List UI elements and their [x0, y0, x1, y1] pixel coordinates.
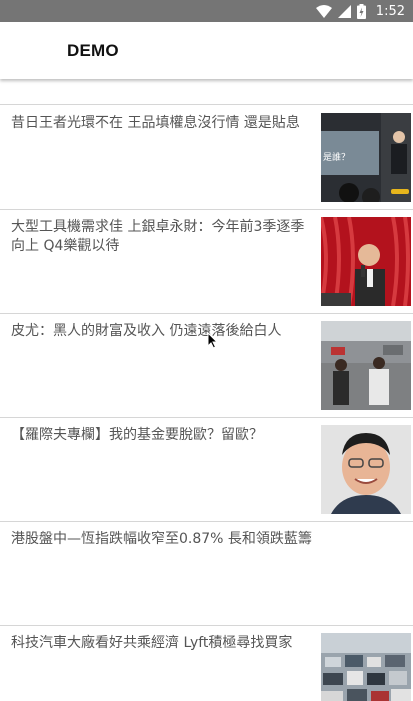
- thumbnail-image: [321, 321, 411, 410]
- list-item[interactable]: 【羅際夫專欄】我的基金要脫歐？留歐？: [0, 418, 413, 522]
- list-item[interactable]: 港股盤中—恆指跌幅收窄至0.87% 長和領跌藍籌: [0, 522, 413, 626]
- article-title: 科技汽車大廠看好共乘經濟 Lyft積極尋找買家: [11, 635, 293, 651]
- thumbnail-caption: 是誰？: [323, 151, 350, 163]
- article-thumbnail: 是誰？: [321, 113, 411, 202]
- article-title: 【羅際夫專欄】我的基金要脫歐？留歐？: [11, 427, 263, 443]
- thumbnail-image: 是誰？: [321, 113, 411, 202]
- article-thumbnail: [321, 217, 411, 306]
- app-title: DEMO: [67, 41, 119, 60]
- article-title: 皮尤：黑人的財富及收入 仍遠遠落後給白人: [11, 323, 282, 339]
- status-icons: 1:52: [315, 0, 405, 22]
- article-list[interactable]: 昔日王者光環不在 王品填權息沒行情 還是貼息 是誰？ 大型工具機需求佳 上銀卓永…: [0, 79, 413, 701]
- article-title: 昔日王者光環不在 王品填權息沒行情 還是貼息: [11, 115, 300, 131]
- article-title: 大型工具機需求佳 上銀卓永財：今年前3季逐季向上 Q4樂觀以待: [11, 219, 305, 254]
- thumbnail-image: [321, 217, 411, 306]
- mouse-cursor-icon: [207, 332, 219, 349]
- thumbnail-image: [321, 633, 411, 701]
- status-bar: 1:52: [0, 0, 413, 22]
- signal-icon: [337, 4, 351, 18]
- article-thumbnail: [321, 633, 411, 701]
- thumbnail-image: [321, 425, 411, 514]
- list-item[interactable]: 皮尤：黑人的財富及收入 仍遠遠落後給白人: [0, 314, 413, 418]
- status-time: 1:52: [375, 3, 405, 19]
- app-bar: DEMO: [0, 22, 413, 79]
- list-item[interactable]: [0, 79, 413, 105]
- article-thumbnail: [321, 321, 411, 410]
- list-item[interactable]: 大型工具機需求佳 上銀卓永財：今年前3季逐季向上 Q4樂觀以待: [0, 210, 413, 314]
- article-title: 港股盤中—恆指跌幅收窄至0.87% 長和領跌藍籌: [11, 531, 312, 547]
- wifi-icon: [315, 4, 332, 18]
- list-item[interactable]: 科技汽車大廠看好共乘經濟 Lyft積極尋找買家: [0, 626, 413, 701]
- list-item[interactable]: 昔日王者光環不在 王品填權息沒行情 還是貼息 是誰？: [0, 106, 413, 210]
- article-thumbnail: [321, 425, 411, 514]
- battery-icon: [356, 3, 366, 19]
